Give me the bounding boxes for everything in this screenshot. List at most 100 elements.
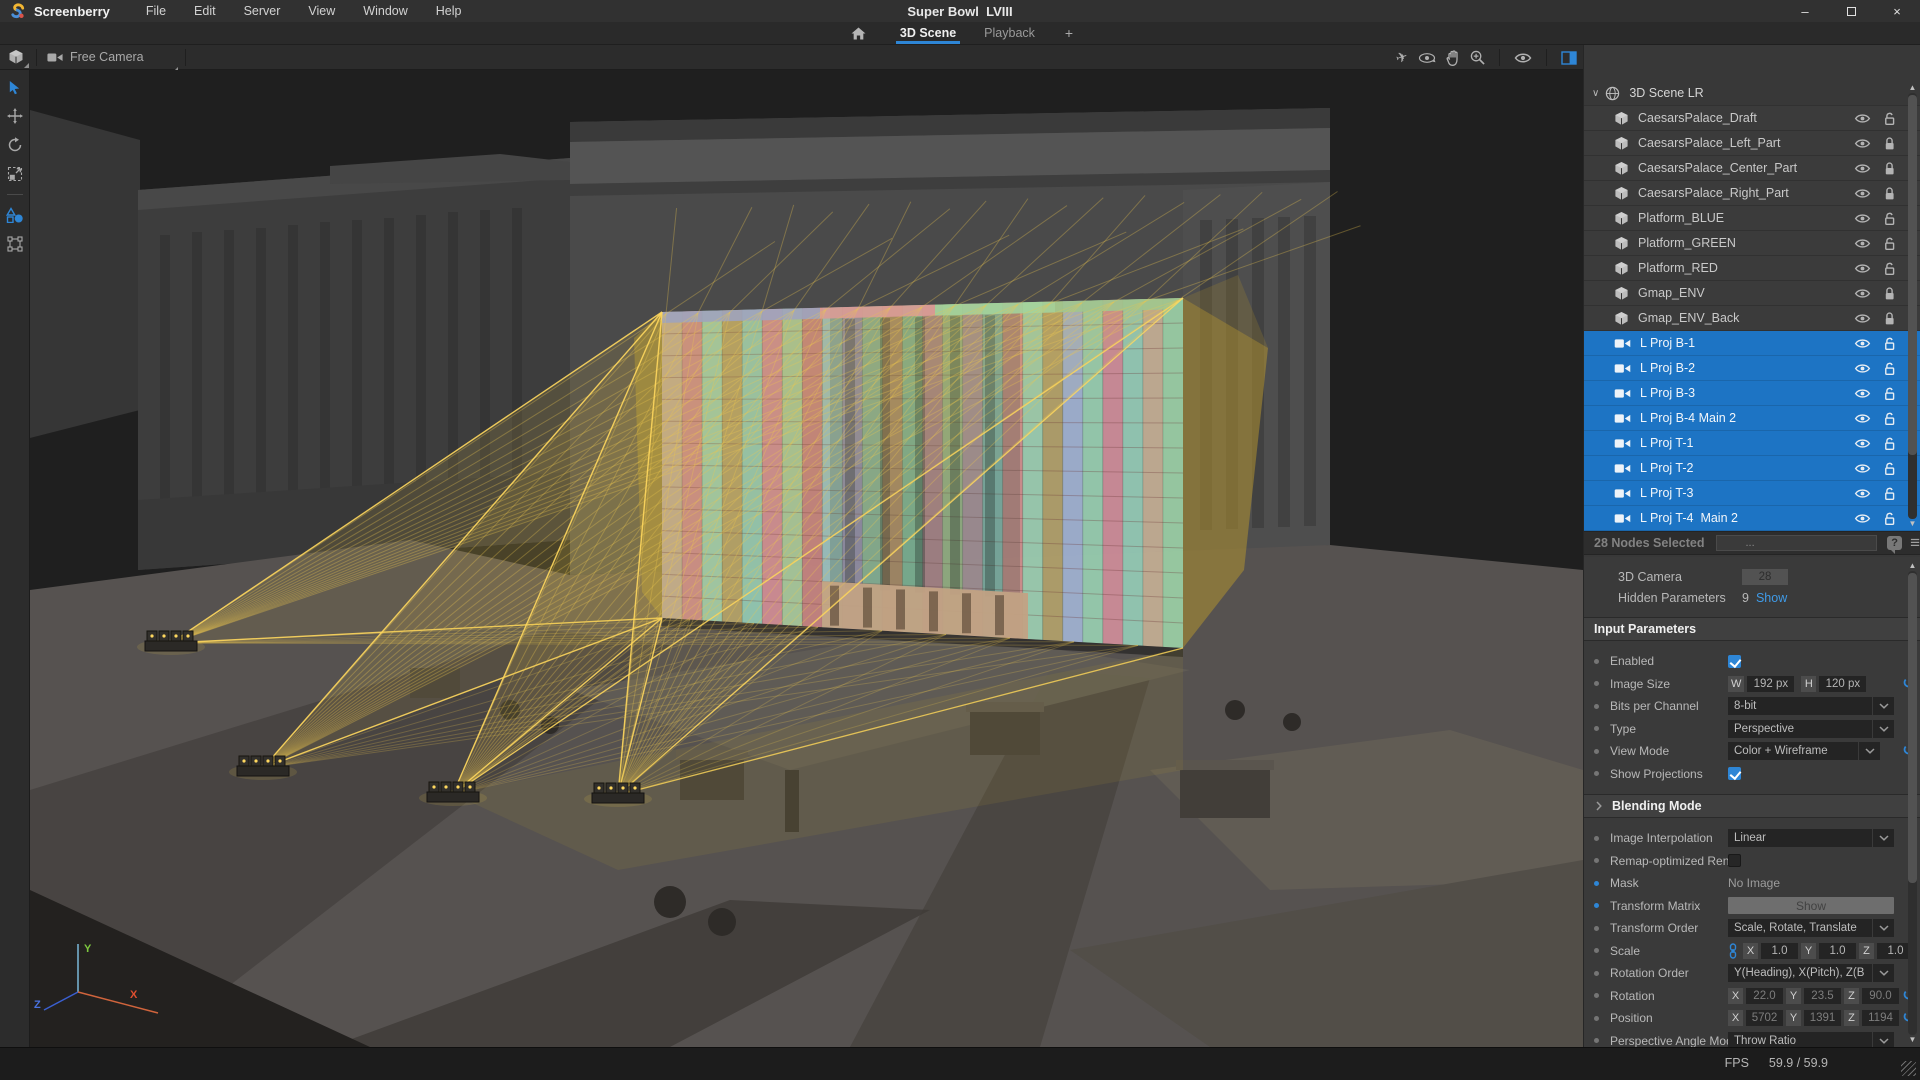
- tree-item-l-proj-b-4-main-2[interactable]: L Proj B-4 Main 2: [1584, 406, 1920, 431]
- lock-open-icon[interactable]: [1883, 461, 1896, 476]
- lock-open-icon[interactable]: [1883, 486, 1896, 501]
- section-input-parameters[interactable]: Input Parameters: [1584, 617, 1920, 641]
- tree-item-l-proj-t-1[interactable]: L Proj T-1: [1584, 431, 1920, 456]
- tree-item-l-proj-b-2[interactable]: L Proj B-2: [1584, 356, 1920, 381]
- tree-item-l-proj-b-3[interactable]: L Proj B-3: [1584, 381, 1920, 406]
- parameters-scrollbar[interactable]: ▲ ▼: [1906, 561, 1919, 1045]
- bits-per-channel-select[interactable]: 8-bit: [1728, 697, 1894, 715]
- lock-closed-icon[interactable]: [1883, 136, 1896, 151]
- primitives-tool-button[interactable]: [5, 206, 25, 224]
- help-bubble-icon[interactable]: ?: [1887, 536, 1902, 550]
- show-hidden-link[interactable]: Show: [1756, 591, 1787, 605]
- lock-open-icon[interactable]: [1883, 236, 1896, 251]
- height-input[interactable]: 120 px: [1819, 676, 1866, 692]
- 3d-viewport[interactable]: Y X Z: [30, 70, 1583, 1047]
- tree-item-l-proj-t-3[interactable]: L Proj T-3: [1584, 481, 1920, 506]
- orbit-button[interactable]: [1418, 51, 1436, 65]
- eye-icon[interactable]: [1854, 488, 1871, 499]
- zoom-button[interactable]: [1470, 50, 1485, 65]
- tab-playback[interactable]: Playback: [970, 22, 1049, 44]
- tree-scrollbar[interactable]: ▲ ▼: [1906, 83, 1919, 529]
- transform-order-select[interactable]: Scale, Rotate, Translate: [1728, 919, 1894, 937]
- split-view-button[interactable]: [1561, 51, 1577, 65]
- tree-item-l-proj-t-4-main-2[interactable]: L Proj T-4 Main 2: [1584, 506, 1920, 531]
- show-projections-checkbox[interactable]: [1728, 767, 1741, 780]
- selection-filter-input[interactable]: ...: [1716, 535, 1877, 551]
- visibility-button[interactable]: [1514, 52, 1532, 64]
- eye-icon[interactable]: [1854, 463, 1871, 474]
- eye-icon[interactable]: [1854, 238, 1871, 249]
- add-tab-button[interactable]: +: [1049, 22, 1089, 44]
- lock-open-icon[interactable]: [1883, 211, 1896, 226]
- eye-icon[interactable]: [1854, 213, 1871, 224]
- select-tool-button[interactable]: [5, 78, 25, 96]
- move-tool-button[interactable]: [5, 107, 25, 125]
- tab-3d-scene[interactable]: 3D Scene: [886, 22, 970, 44]
- position-z-input[interactable]: 1194: [1862, 1010, 1899, 1026]
- menu-window[interactable]: Window: [349, 0, 421, 22]
- scroll-up-icon[interactable]: ▲: [1909, 561, 1917, 571]
- scale-tool-button[interactable]: [5, 165, 25, 183]
- eye-icon[interactable]: [1854, 263, 1871, 274]
- lock-closed-icon[interactable]: [1883, 161, 1896, 176]
- tree-item-l-proj-t-2[interactable]: L Proj T-2: [1584, 456, 1920, 481]
- lock-closed-icon[interactable]: [1883, 286, 1896, 301]
- rotation-order-select[interactable]: Y(Heading), X(Pitch), Z(B: [1728, 964, 1894, 982]
- panel-menu-icon[interactable]: ≡: [1910, 538, 1920, 548]
- tree-item-gmap-env-back[interactable]: Gmap_ENV_Back: [1584, 306, 1920, 331]
- tree-item-platform-green[interactable]: Platform_GREEN: [1584, 231, 1920, 256]
- scrollbar-track[interactable]: [1908, 93, 1917, 519]
- lock-open-icon[interactable]: [1883, 361, 1896, 376]
- type-select[interactable]: Perspective: [1728, 720, 1894, 738]
- image-interpolation-select[interactable]: Linear: [1728, 829, 1894, 847]
- tree-item-caesarspalace-left-part[interactable]: CaesarsPalace_Left_Part: [1584, 131, 1920, 156]
- lock-open-icon[interactable]: [1883, 111, 1896, 126]
- eye-icon[interactable]: [1854, 363, 1871, 374]
- eye-icon[interactable]: [1854, 413, 1871, 424]
- eye-icon[interactable]: [1854, 388, 1871, 399]
- rotation-y-input[interactable]: 23.5: [1804, 988, 1841, 1004]
- scrollbar-thumb[interactable]: [1908, 95, 1917, 455]
- minimize-button[interactable]: –: [1782, 0, 1828, 22]
- lock-open-icon[interactable]: [1883, 336, 1896, 351]
- resize-grip[interactable]: [1901, 1061, 1916, 1076]
- menu-file[interactable]: File: [132, 0, 180, 22]
- eye-icon[interactable]: [1854, 338, 1871, 349]
- 3d-scene-canvas[interactable]: Y X Z: [30, 70, 1583, 1047]
- scroll-down-icon[interactable]: ▼: [1909, 519, 1917, 529]
- position-y-input[interactable]: 1391: [1804, 1010, 1841, 1026]
- link-values-icon[interactable]: [1728, 943, 1738, 959]
- eye-icon[interactable]: [1854, 163, 1871, 174]
- bounding-box-tool-button[interactable]: [5, 235, 25, 253]
- eye-icon[interactable]: [1854, 188, 1871, 199]
- maximize-button[interactable]: [1828, 0, 1874, 22]
- lock-open-icon[interactable]: [1883, 411, 1896, 426]
- camera-selector[interactable]: Free Camera: [41, 45, 181, 69]
- tree-item-caesarspalace-center-part[interactable]: CaesarsPalace_Center_Part: [1584, 156, 1920, 181]
- remap-optimized-checkbox[interactable]: [1728, 854, 1741, 867]
- pan-button[interactable]: [1446, 50, 1460, 66]
- width-input[interactable]: 192 px: [1747, 676, 1794, 692]
- eye-icon[interactable]: [1854, 313, 1871, 324]
- lock-open-icon[interactable]: [1883, 436, 1896, 451]
- section-blending-mode[interactable]: Blending Mode: [1584, 794, 1920, 818]
- position-x-input[interactable]: 5702: [1746, 1010, 1783, 1026]
- tree-item-l-proj-b-1[interactable]: L Proj B-1: [1584, 331, 1920, 356]
- lock-open-icon[interactable]: [1883, 386, 1896, 401]
- view-shading-button[interactable]: [0, 49, 32, 65]
- rotate-tool-button[interactable]: [5, 136, 25, 154]
- tree-item-gmap-env[interactable]: Gmap_ENV: [1584, 281, 1920, 306]
- scroll-up-icon[interactable]: ▲: [1909, 83, 1917, 93]
- scrollbar-track[interactable]: [1908, 571, 1917, 1035]
- menu-help[interactable]: Help: [422, 0, 476, 22]
- home-tab-button[interactable]: [831, 22, 886, 44]
- scroll-down-icon[interactable]: ▼: [1909, 1035, 1917, 1045]
- eye-icon[interactable]: [1854, 513, 1871, 524]
- perspective-angle-mode-select[interactable]: Throw Ratio: [1728, 1032, 1894, 1047]
- fly-mode-button[interactable]: ✈: [1396, 49, 1408, 66]
- transform-matrix-show-button[interactable]: Show: [1728, 897, 1894, 914]
- tree-item-caesarspalace-draft[interactable]: CaesarsPalace_Draft: [1584, 106, 1920, 131]
- eye-icon[interactable]: [1854, 288, 1871, 299]
- tree-item-platform-blue[interactable]: Platform_BLUE: [1584, 206, 1920, 231]
- enabled-checkbox[interactable]: [1728, 655, 1741, 668]
